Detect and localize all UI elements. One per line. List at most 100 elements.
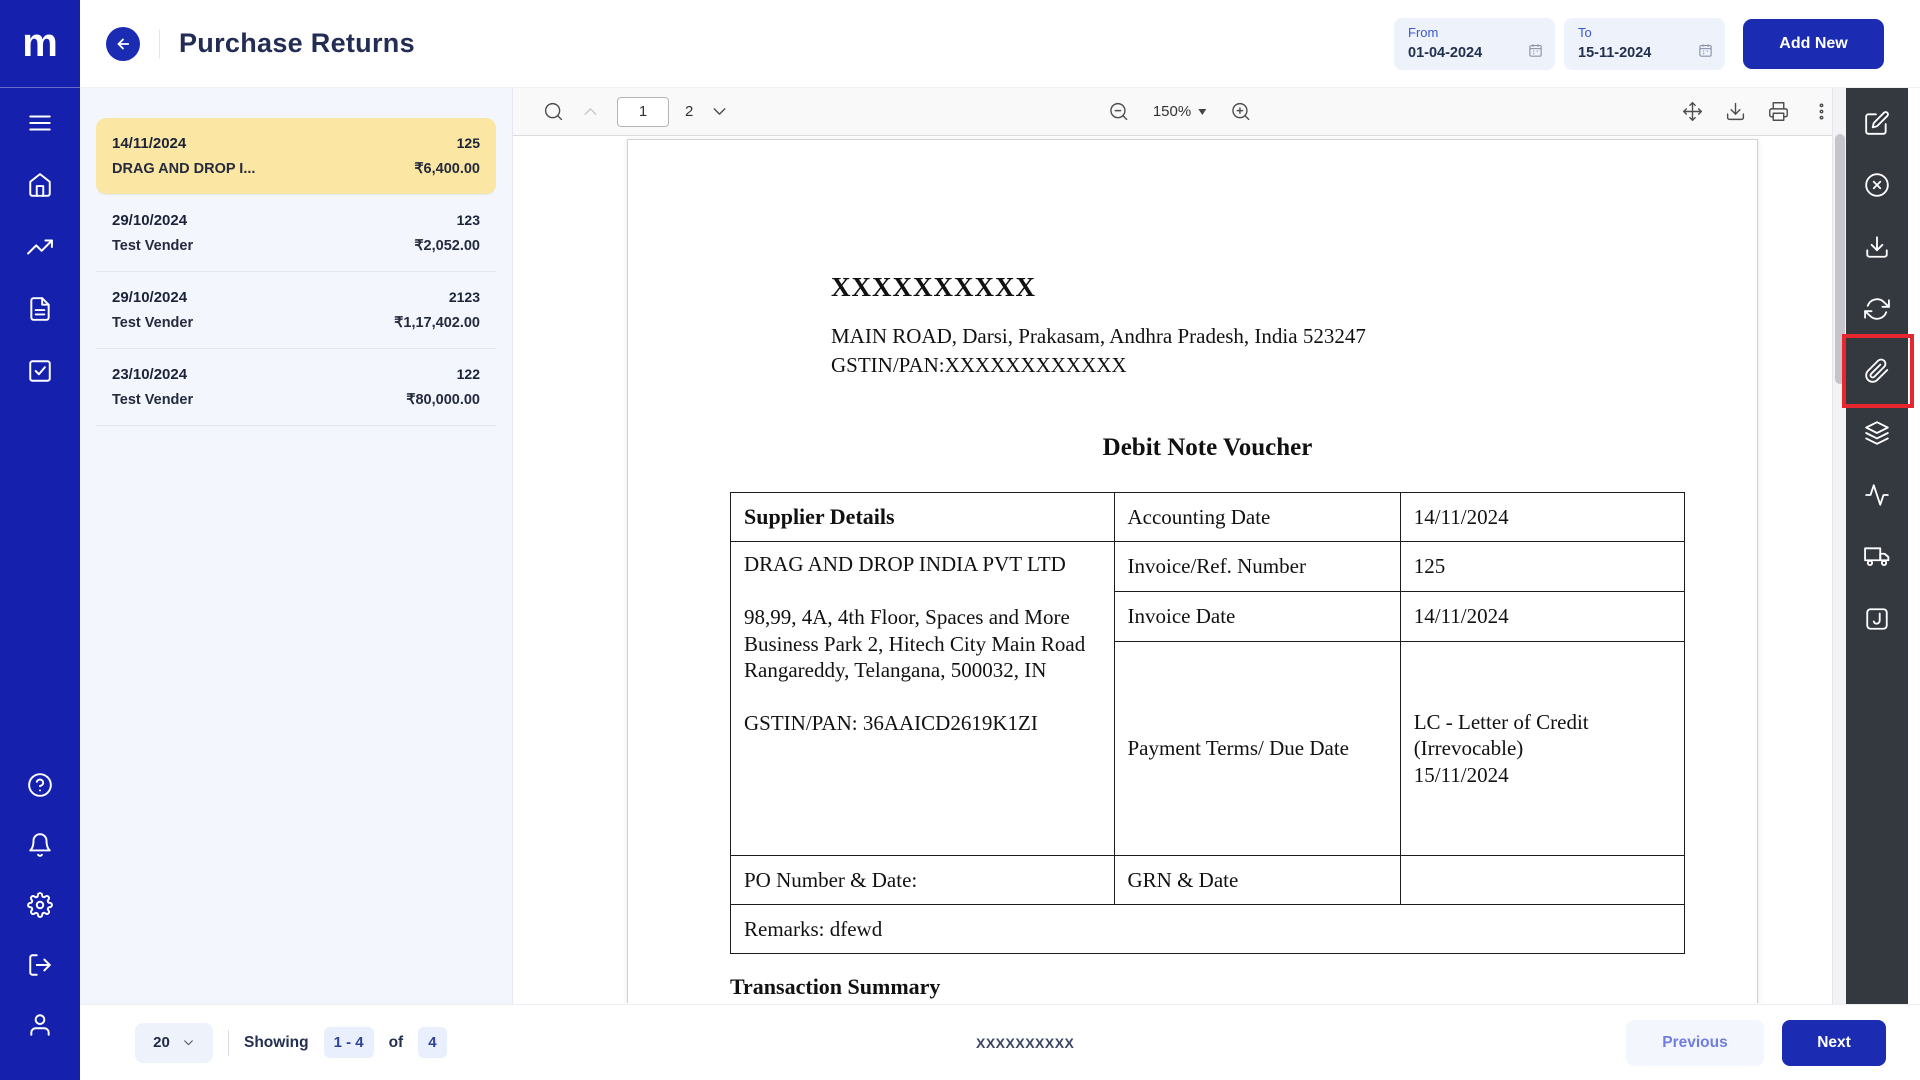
item-amount: ₹80,000.00 <box>406 392 480 408</box>
list-item[interactable]: 29/10/2024 123 Test Vender ₹2,052.00 <box>96 195 496 272</box>
page-total: 2 <box>685 103 694 120</box>
item-number: 125 <box>456 135 480 151</box>
approvals-check-square-icon[interactable] <box>27 358 53 384</box>
row-label: Invoice Date <box>1113 591 1401 642</box>
document-company-name: XXXXXXXXXX <box>831 272 1036 302</box>
footer-center-text: XXXXXXXXXX <box>976 1034 1075 1051</box>
journal-button[interactable] <box>1846 588 1908 650</box>
add-new-button[interactable]: Add New <box>1743 18 1884 69</box>
page-number-input[interactable] <box>617 96 669 127</box>
bottom-pagination-bar: 20 Showing 1 - 4 of 4 XXXXXXXXXX Previou… <box>80 1004 1920 1080</box>
supplier-name: DRAG AND DROP INDIA PVT LTD <box>744 552 1066 576</box>
app-sidebar: m <box>0 0 80 1080</box>
documents-icon[interactable] <box>27 296 53 322</box>
search-icon[interactable] <box>543 101 564 122</box>
edit-button[interactable] <box>1846 92 1908 154</box>
settings-gear-icon[interactable] <box>27 892 53 918</box>
from-date-label: From <box>1408 24 1439 40</box>
calendar-icon[interactable] <box>1528 43 1543 63</box>
footer-divider <box>228 1029 229 1056</box>
print-icon[interactable] <box>1768 101 1789 122</box>
to-date-filter[interactable]: To 15-11-2024 <box>1564 17 1725 70</box>
next-page-chevron-down-icon[interactable] <box>709 101 730 122</box>
item-vendor: DRAG AND DROP I... <box>112 161 256 177</box>
document-company-gstin: GSTIN/PAN:XXXXXXXXXXXX <box>831 353 1127 377</box>
scrollbar-thumb[interactable] <box>1835 134 1845 384</box>
to-date-value: 15-11-2024 <box>1578 44 1652 61</box>
item-number: 2123 <box>448 289 480 305</box>
list-item[interactable]: 14/11/2024 125 DRAG AND DROP I... ₹6,400… <box>96 118 496 195</box>
row-value: 125 <box>1399 541 1686 592</box>
table-row: PO Number & Date: GRN & Date <box>730 855 1686 905</box>
download-icon[interactable] <box>1725 101 1746 122</box>
previous-button[interactable]: Previous <box>1626 1019 1764 1066</box>
zoom-out-icon[interactable] <box>1108 101 1129 122</box>
of-label: of <box>388 1033 404 1051</box>
sidebar-bottom-nav <box>27 772 53 1080</box>
viewer-scrollbar[interactable] <box>1832 88 1846 1004</box>
header-actions: From 01-04-2024 To 15-11-2024 Add New <box>1394 17 1920 70</box>
supplier-address: 98,99, 4A, 4th Floor, Spaces and More Bu… <box>744 605 1086 682</box>
next-button[interactable]: Next <box>1782 1019 1886 1066</box>
supplier-gstin: GSTIN/PAN: 36AAICD2619K1ZI <box>744 711 1038 735</box>
pdf-viewer: 2 150% <box>513 88 1846 1004</box>
document-area[interactable]: XXXXXXXXXX MAIN ROAD, Darsi, Prakasam, A… <box>513 136 1846 1003</box>
item-vendor: Test Vender <box>112 392 194 408</box>
notifications-bell-icon[interactable] <box>27 832 53 858</box>
list-item[interactable]: 23/10/2024 122 Test Vender ₹80,000.00 <box>96 349 496 426</box>
calendar-icon[interactable] <box>1698 43 1713 63</box>
delivery-truck-button[interactable] <box>1846 526 1908 588</box>
table-row: Remarks: dfewd <box>730 904 1685 954</box>
cancel-x-circle-button[interactable] <box>1846 154 1908 216</box>
attachment-paperclip-button[interactable] <box>1842 334 1914 408</box>
row-value: 14/11/2024 <box>1399 492 1686 542</box>
download-record-button[interactable] <box>1846 216 1908 278</box>
header-divider <box>159 28 160 59</box>
list-item[interactable]: 29/10/2024 2123 Test Vender ₹1,17,402.00 <box>96 272 496 349</box>
from-date-value: 01-04-2024 <box>1408 44 1483 61</box>
item-number: 123 <box>456 212 480 228</box>
previous-page-chevron-up-icon[interactable] <box>580 101 601 122</box>
item-date: 14/11/2024 <box>112 135 187 152</box>
row-label: Payment Terms/ Due Date <box>1113 641 1401 856</box>
record-actions-toolbar <box>1842 88 1914 1004</box>
remarks-cell: Remarks: dfewd <box>730 904 1685 954</box>
po-number-label: PO Number & Date: <box>730 855 1115 905</box>
profile-user-icon[interactable] <box>27 1012 53 1038</box>
total-count-badge: 4 <box>418 1027 447 1058</box>
trending-up-icon[interactable] <box>27 234 53 260</box>
menu-icon[interactable] <box>27 110 53 136</box>
item-date: 23/10/2024 <box>112 366 188 383</box>
logout-icon[interactable] <box>27 952 53 978</box>
zoom-level-select[interactable]: 150% <box>1152 103 1207 120</box>
back-button[interactable] <box>106 26 140 61</box>
more-options-icon[interactable] <box>1811 101 1832 122</box>
document-page: XXXXXXXXXX MAIN ROAD, Darsi, Prakasam, A… <box>627 139 1758 1003</box>
grn-date-value <box>1399 855 1686 905</box>
item-amount: ₹6,400.00 <box>414 161 480 177</box>
document-title: Debit Note Voucher <box>1102 434 1313 461</box>
from-date-filter[interactable]: From 01-04-2024 <box>1394 17 1555 70</box>
page-size-select[interactable]: 20 <box>135 1022 213 1063</box>
layers-button[interactable] <box>1846 402 1908 464</box>
pan-move-icon[interactable] <box>1682 101 1703 122</box>
refresh-button[interactable] <box>1846 278 1908 340</box>
row-label: Accounting Date <box>1113 492 1401 542</box>
row-value: LC - Letter of Credit (Irrevocable) 15/1… <box>1399 641 1686 856</box>
sidebar-nav <box>27 88 53 384</box>
item-vendor: Test Vender <box>112 238 194 254</box>
caret-down-icon <box>1198 108 1207 115</box>
showing-label: Showing <box>244 1033 309 1051</box>
supplier-details-cell: DRAG AND DROP INDIA PVT LTD 98,99, 4A, 4… <box>730 541 1115 856</box>
home-icon[interactable] <box>27 172 53 198</box>
row-label: Invoice/Ref. Number <box>1113 541 1401 592</box>
top-header: Purchase Returns From 01-04-2024 To 15-1… <box>80 0 1920 88</box>
zoom-level-value: 150% <box>1152 103 1192 120</box>
supplier-details-header: Supplier Details <box>730 492 1115 542</box>
item-amount: ₹1,17,402.00 <box>394 315 480 331</box>
showing-range-badge: 1 - 4 <box>323 1027 374 1058</box>
app-logo[interactable]: m <box>0 0 80 88</box>
activity-log-button[interactable] <box>1846 464 1908 526</box>
zoom-in-icon[interactable] <box>1230 101 1251 122</box>
help-icon[interactable] <box>27 772 53 798</box>
